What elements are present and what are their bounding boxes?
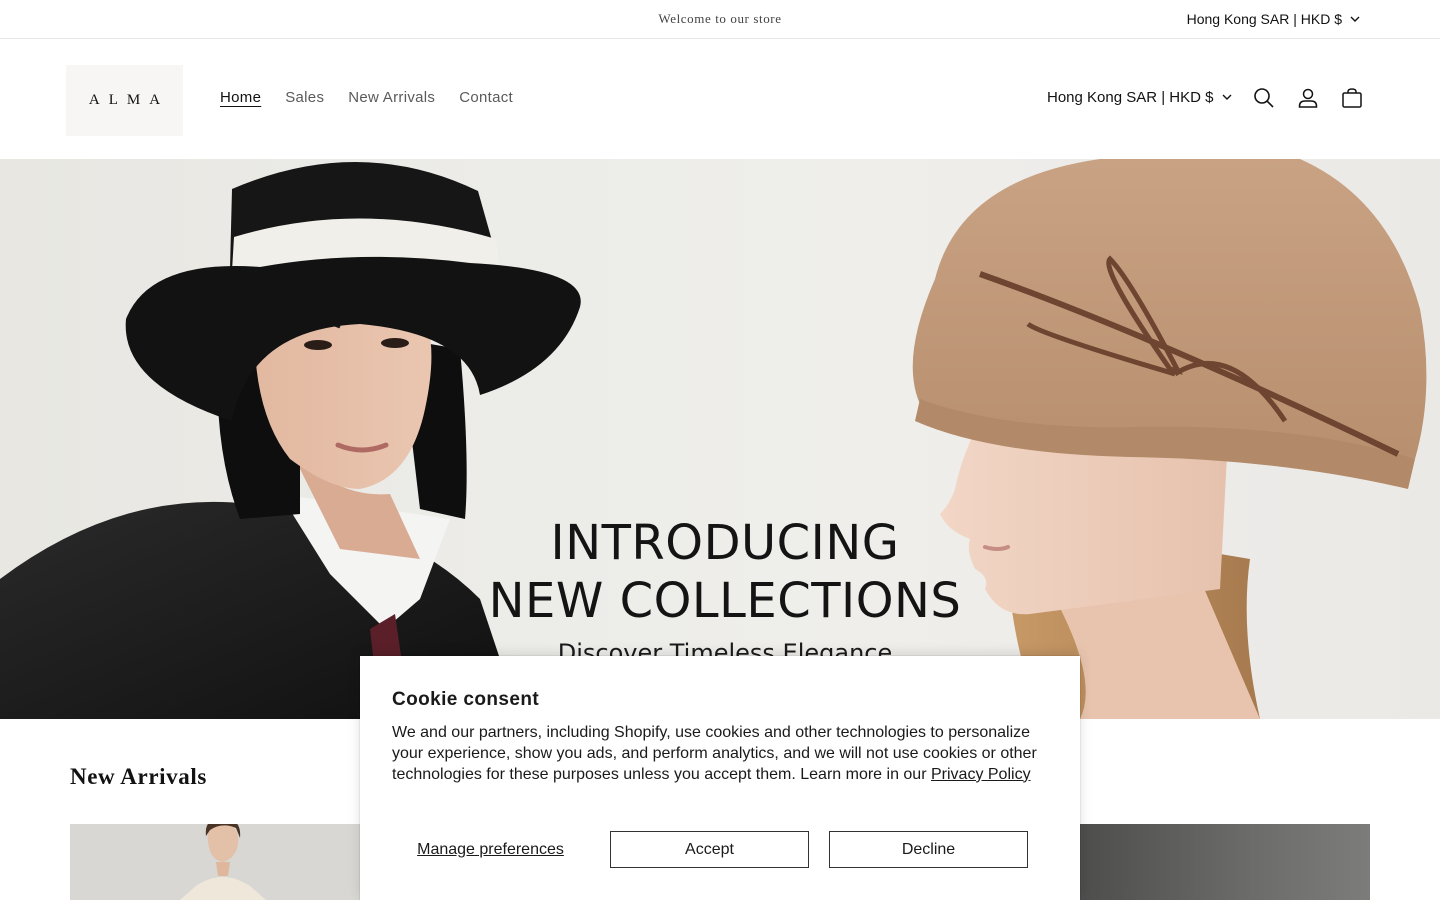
store-logo[interactable]: ALMA [66, 65, 183, 136]
account-button[interactable] [1296, 86, 1320, 110]
nav-sales[interactable]: Sales [285, 89, 324, 106]
cookie-consent-message: We and our partners, including Shopify, … [392, 723, 1052, 785]
hero-image [0, 159, 1427, 719]
nav-home[interactable]: Home [220, 89, 261, 106]
header-currency-label: Hong Kong SAR | HKD $ [1047, 89, 1214, 106]
nav-contact[interactable]: Contact [459, 89, 513, 106]
main-nav: Home Sales New Arrivals Contact [220, 89, 513, 106]
cart-icon [1342, 88, 1362, 108]
announcement-currency-selector[interactable]: Hong Kong SAR | HKD $ [1187, 11, 1360, 27]
site-header: ALMA Home Sales New Arrivals Contact Hon… [0, 39, 1440, 159]
chevron-down-icon [1350, 16, 1360, 22]
search-button[interactable] [1252, 86, 1276, 110]
search-icon [1254, 88, 1274, 108]
announcement-bar: Welcome to our store Hong Kong SAR | HKD… [0, 0, 1440, 39]
new-arrivals-heading: New Arrivals [70, 764, 207, 789]
product-card[interactable] [70, 824, 370, 900]
decline-button[interactable]: Decline [829, 831, 1028, 868]
announcement-currency-label: Hong Kong SAR | HKD $ [1186, 11, 1342, 27]
header-currency-selector[interactable]: Hong Kong SAR | HKD $ [1047, 89, 1232, 106]
nav-new-arrivals[interactable]: New Arrivals [348, 89, 435, 106]
cookie-consent-title: Cookie consent [392, 689, 540, 710]
privacy-policy-link[interactable]: Privacy Policy [931, 766, 1031, 783]
cookie-consent-dialog: Cookie consent We and our partners, incl… [360, 656, 1080, 900]
hero-title-line-1: INTRODUCING [550, 515, 900, 571]
product-image [1078, 824, 1370, 900]
accept-button[interactable]: Accept [610, 831, 809, 868]
product-image [70, 824, 370, 900]
chevron-down-icon [1222, 94, 1232, 100]
product-card[interactable] [1078, 824, 1370, 900]
account-icon [1298, 88, 1318, 108]
cart-button[interactable] [1340, 86, 1364, 110]
manage-preferences-button[interactable]: Manage preferences [392, 831, 589, 868]
hero-banner[interactable]: INTRODUCING NEW COLLECTIONS Discover Tim… [0, 159, 1440, 719]
hero-title-line-2: NEW COLLECTIONS [488, 573, 962, 629]
hero-title: INTRODUCING NEW COLLECTIONS [440, 514, 1010, 630]
